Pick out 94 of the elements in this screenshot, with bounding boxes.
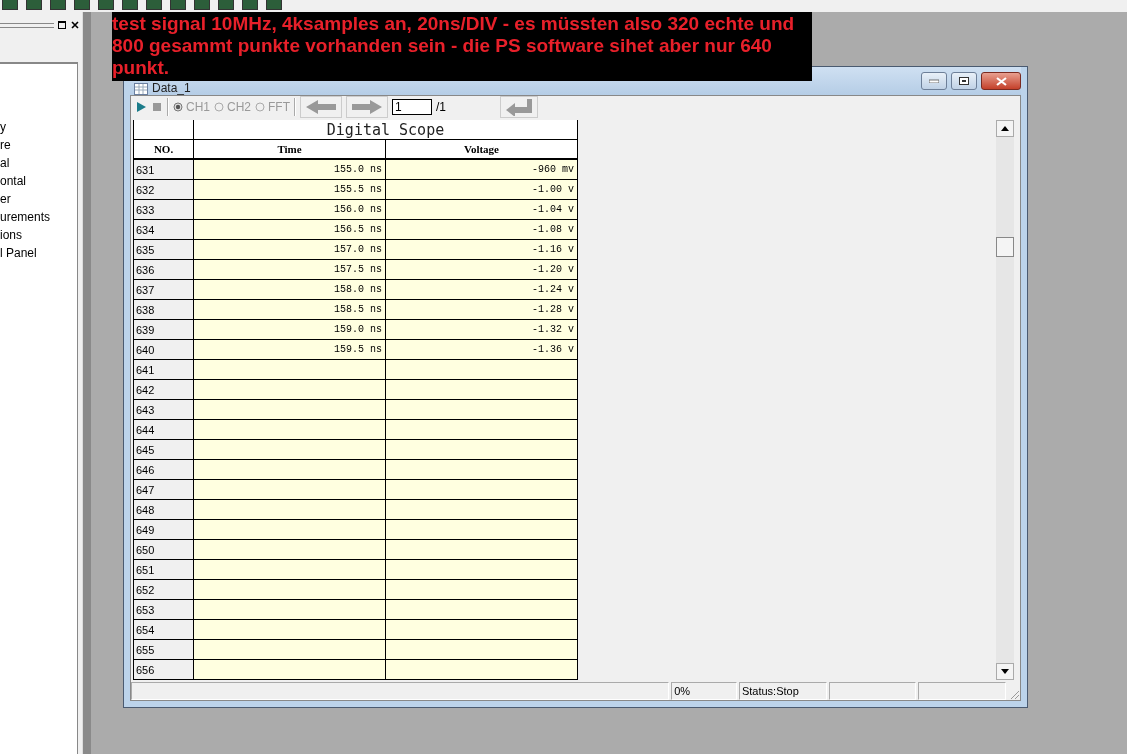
toolbar-icon[interactable] xyxy=(266,0,282,10)
table-cell: -1.36 v xyxy=(386,340,578,360)
close-button[interactable] xyxy=(981,72,1021,90)
table-icon xyxy=(134,83,148,95)
sidebar-item[interactable]: urements xyxy=(0,208,77,226)
row-number: 644 xyxy=(134,420,194,440)
table-title: Digital Scope xyxy=(194,120,578,140)
row-number: 655 xyxy=(134,640,194,660)
annotation-note: test signal 10MHz, 4ksamples an, 20ns/DIV - es müssten also 320 echte und 800 gesammt punkte vorhanden sein - die PS software sihet aber nur 640 punkt. xyxy=(112,12,812,81)
resize-grip-icon[interactable] xyxy=(1008,688,1020,700)
enter-button[interactable] xyxy=(500,96,539,118)
row-number: 646 xyxy=(134,460,194,480)
sidebar-item[interactable]: re xyxy=(0,136,77,154)
table-cell: -1.20 v xyxy=(386,260,578,280)
close-icon[interactable] xyxy=(69,19,80,31)
back-arrow-button[interactable] xyxy=(300,96,343,118)
row-number: 636 xyxy=(134,260,194,280)
toolbar-icon[interactable] xyxy=(194,0,210,10)
table-cell: -1.04 v xyxy=(386,200,578,220)
row-number: 641 xyxy=(134,360,194,380)
sidebar-item[interactable]: er xyxy=(0,190,77,208)
close-icon xyxy=(995,76,1007,86)
row-number: 650 xyxy=(134,540,194,560)
status-text: Status:Stop xyxy=(738,682,827,700)
column-header: Voltage xyxy=(386,140,578,160)
row-number: 642 xyxy=(134,380,194,400)
row-number: 645 xyxy=(134,440,194,460)
row-number: 654 xyxy=(134,620,194,640)
sidebar-item[interactable]: ions xyxy=(0,226,77,244)
page-input-field[interactable]: 1 xyxy=(392,99,433,115)
table-cell: 158.0 ns xyxy=(194,280,386,300)
toolbar-icon[interactable] xyxy=(2,0,18,10)
row-number: 648 xyxy=(134,500,194,520)
sidebar-item[interactable]: l Panel xyxy=(0,244,77,262)
page-total: /1 xyxy=(436,100,447,114)
scroll-down-icon[interactable] xyxy=(1001,669,1009,674)
table-cell: 158.5 ns xyxy=(194,300,386,320)
table-cell: 156.5 ns xyxy=(194,220,386,240)
toolbar-icon[interactable] xyxy=(98,0,114,10)
row-number: 639 xyxy=(134,320,194,340)
table-cell: -1.16 v xyxy=(386,240,578,260)
table-cell: -960 mv xyxy=(386,160,578,180)
toolbar-icon[interactable] xyxy=(242,0,258,10)
scroll-thumb[interactable] xyxy=(996,237,1014,257)
table-cell: -1.08 v xyxy=(386,220,578,240)
maximize-icon xyxy=(959,77,969,85)
maximize-button[interactable] xyxy=(951,72,977,90)
row-number: 632 xyxy=(134,180,194,200)
row-number: 633 xyxy=(134,200,194,220)
table-cell: 155.0 ns xyxy=(194,160,386,180)
toolbar-icon[interactable] xyxy=(74,0,90,10)
row-number: 634 xyxy=(134,220,194,240)
restore-icon[interactable] xyxy=(56,19,67,31)
vertical-scrollbar[interactable] xyxy=(996,120,1014,680)
table-cell: -1.00 v xyxy=(386,180,578,200)
scroll-up-icon[interactable] xyxy=(1001,126,1009,131)
table-cell: 159.0 ns xyxy=(194,320,386,340)
minimize-icon xyxy=(929,79,939,83)
row-number: 647 xyxy=(134,480,194,500)
toolbar-icon[interactable] xyxy=(122,0,138,10)
toolbar-icon[interactable] xyxy=(170,0,186,10)
stop-icon[interactable] xyxy=(151,101,163,113)
column-header: NO. xyxy=(134,140,194,160)
sidebar-item[interactable]: y xyxy=(0,118,77,136)
window-title: Data_1 xyxy=(152,81,191,95)
toolbar-icon[interactable] xyxy=(146,0,162,10)
toolbar-icon[interactable] xyxy=(218,0,234,10)
toolbar-icon[interactable] xyxy=(50,0,66,10)
row-number: 656 xyxy=(134,660,194,680)
play-icon[interactable] xyxy=(135,101,147,113)
status-text: 0% xyxy=(671,682,737,700)
column-header: Time xyxy=(194,140,386,160)
forward-arrow-button[interactable] xyxy=(346,96,389,118)
row-number: 635 xyxy=(134,240,194,260)
table-cell: -1.32 v xyxy=(386,320,578,340)
row-number: 631 xyxy=(134,160,194,180)
table-cell: -1.28 v xyxy=(386,300,578,320)
sidebar-item[interactable]: al xyxy=(0,154,77,172)
table-cell: 156.0 ns xyxy=(194,200,386,220)
toolbar-icon[interactable] xyxy=(26,0,42,10)
row-number: 643 xyxy=(134,400,194,420)
row-number: 653 xyxy=(134,600,194,620)
sidebar-item[interactable]: ontal xyxy=(0,172,77,190)
table-cell: 157.5 ns xyxy=(194,260,386,280)
row-number: 637 xyxy=(134,280,194,300)
row-number: 640 xyxy=(134,340,194,360)
row-number: 649 xyxy=(134,520,194,540)
row-number: 638 xyxy=(134,300,194,320)
row-number: 652 xyxy=(134,580,194,600)
table-cell: 159.5 ns xyxy=(194,340,386,360)
table-cell: 157.0 ns xyxy=(194,240,386,260)
table-cell: 155.5 ns xyxy=(194,180,386,200)
table-cell: -1.24 v xyxy=(386,280,578,300)
row-number: 651 xyxy=(134,560,194,580)
